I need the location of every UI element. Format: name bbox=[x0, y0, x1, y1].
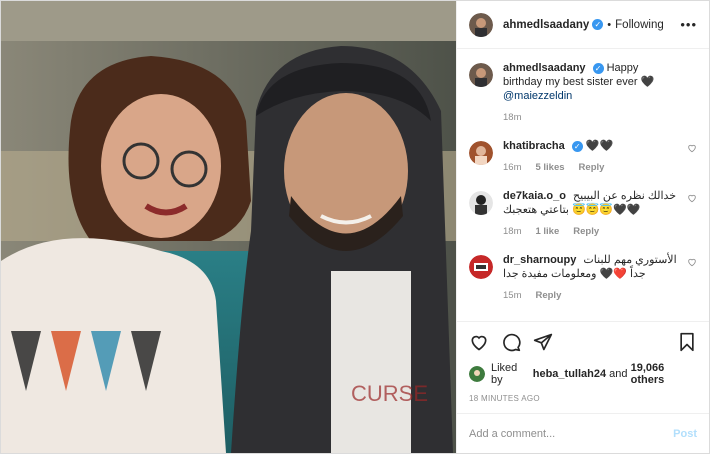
comment-reply-button[interactable]: Reply bbox=[573, 225, 599, 239]
author-avatar[interactable] bbox=[469, 12, 493, 37]
comment-likes[interactable]: 1 like bbox=[535, 225, 559, 239]
caption-username[interactable]: ahmedlsaadany bbox=[503, 62, 586, 74]
author-username[interactable]: ahmedlsaadany bbox=[503, 19, 589, 31]
share-icon[interactable] bbox=[533, 332, 553, 352]
heart-small-icon[interactable] bbox=[687, 257, 697, 267]
post-comment-button[interactable]: Post bbox=[673, 428, 697, 440]
comment-avatar[interactable] bbox=[469, 191, 493, 215]
post-details-panel: ahmedlsaadany ✓ • Following ••• ahmedlsa… bbox=[456, 1, 709, 453]
post-photo[interactable]: CURSE bbox=[1, 1, 456, 453]
verified-icon: ✓ bbox=[592, 62, 604, 74]
comment-username[interactable]: dr_sharnoupy bbox=[503, 254, 576, 266]
comment-username[interactable]: de7kaia.o_o bbox=[503, 190, 566, 202]
liker-avatar[interactable] bbox=[469, 366, 485, 382]
comment-body: khatibracha ✓ 🖤🖤 16m 5 likes Reply bbox=[503, 139, 697, 175]
comment-reply-button[interactable]: Reply bbox=[579, 161, 605, 175]
caption-mention[interactable]: @maiezzeldin bbox=[503, 90, 572, 102]
caption-body: ahmedlsaadany ✓ Happy birthday my best si… bbox=[503, 61, 697, 125]
comment-item: dr_sharnoupy الأستوري مهم للبنات جداً ❤️… bbox=[469, 253, 697, 303]
comment-time[interactable]: 18m bbox=[503, 225, 521, 239]
comment-body: dr_sharnoupy الأستوري مهم للبنات جداً ❤️… bbox=[503, 253, 697, 303]
comment-item: khatibracha ✓ 🖤🖤 16m 5 likes Reply bbox=[469, 139, 697, 175]
comment-text: 🖤🖤 bbox=[585, 140, 614, 152]
verified-icon: ✓ bbox=[571, 140, 583, 152]
add-comment-bar: Post bbox=[457, 413, 709, 453]
comments-list[interactable]: ahmedlsaadany ✓ Happy birthday my best si… bbox=[457, 49, 709, 321]
comment-meta: 16m 5 likes Reply bbox=[503, 161, 677, 175]
caption-meta: 18m bbox=[503, 111, 677, 125]
comment-avatar[interactable] bbox=[469, 141, 493, 165]
comment-item: de7kaia.o_o خدالك نظره عن البيبيح 🖤🖤😇😇😇 … bbox=[469, 189, 697, 239]
separator-dot: • bbox=[607, 18, 612, 31]
heart-small-icon[interactable] bbox=[687, 193, 697, 203]
comment-time[interactable]: 15m bbox=[503, 289, 521, 303]
heart-small-icon[interactable] bbox=[687, 143, 697, 153]
post-header: ahmedlsaadany ✓ • Following ••• bbox=[457, 1, 709, 49]
comment-username[interactable]: khatibracha bbox=[503, 140, 565, 152]
bookmark-icon[interactable] bbox=[677, 332, 697, 352]
liker-username[interactable]: heba_tullah24 bbox=[533, 368, 606, 380]
comment-time[interactable]: 16m bbox=[503, 161, 521, 175]
following-button[interactable]: Following bbox=[615, 19, 664, 31]
heart-icon[interactable] bbox=[469, 332, 489, 352]
caption-avatar[interactable] bbox=[469, 63, 493, 87]
action-icons bbox=[469, 330, 697, 354]
selfie-photo-illustration: CURSE bbox=[1, 1, 456, 453]
comment-icon[interactable] bbox=[501, 332, 521, 352]
add-comment-input[interactable] bbox=[469, 427, 674, 440]
svg-text:CURSE: CURSE bbox=[351, 381, 428, 406]
post-timestamp[interactable]: 18 MINUTES AGO bbox=[469, 394, 697, 403]
likes-others[interactable]: 19,066 others bbox=[631, 362, 697, 386]
caption-time[interactable]: 18m bbox=[503, 111, 521, 125]
comment-likes[interactable]: 5 likes bbox=[535, 161, 564, 175]
comment-avatar[interactable] bbox=[469, 255, 493, 279]
more-icon[interactable]: ••• bbox=[680, 17, 697, 32]
instagram-post: CURSE ahmedlsaadany ✓ • Following ••• ah… bbox=[0, 0, 710, 454]
comment-reply-button[interactable]: Reply bbox=[535, 289, 561, 303]
likes-prefix: Liked by bbox=[491, 362, 518, 386]
comment-body: de7kaia.o_o خدالك نظره عن البيبيح 🖤🖤😇😇😇 … bbox=[503, 189, 697, 239]
comment-meta: 18m 1 like Reply bbox=[503, 225, 677, 239]
likes-summary: Liked by heba_tullah24 and 19,066 others bbox=[469, 362, 697, 386]
comment-meta: 15m Reply bbox=[503, 289, 677, 303]
verified-icon: ✓ bbox=[592, 19, 604, 30]
caption: ahmedlsaadany ✓ Happy birthday my best si… bbox=[469, 61, 697, 125]
post-actions: Liked by heba_tullah24 and 19,066 others… bbox=[457, 321, 709, 403]
likes-joiner: and bbox=[609, 368, 628, 380]
